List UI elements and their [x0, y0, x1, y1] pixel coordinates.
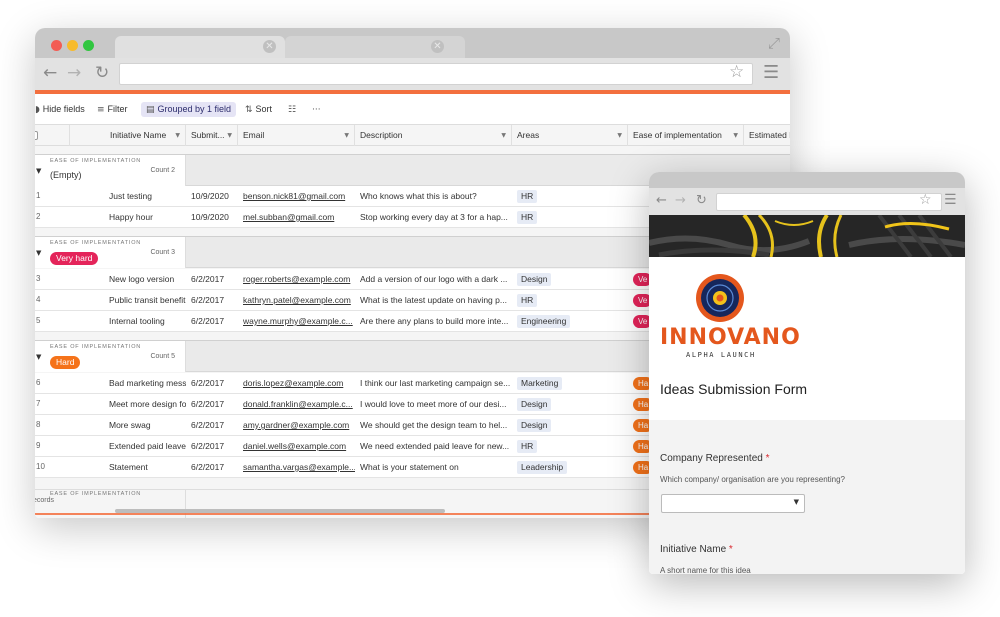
group-icon: ▤	[146, 105, 155, 115]
group-button[interactable]: ▤ Grouped by 1 field	[141, 102, 237, 117]
url-input[interactable]	[119, 63, 753, 85]
chevron-down-icon: ▼	[793, 498, 799, 506]
group-header-left: EASE OF IMPLEMENTATION ▼ Very hard Count…	[35, 237, 186, 268]
group-count: Count 5	[150, 353, 175, 360]
area-tag: Design	[517, 273, 552, 286]
group-value-pill: Very hard	[50, 252, 99, 265]
star-icon[interactable]: ☆	[729, 62, 744, 82]
eye-off-icon: ◗	[35, 105, 40, 115]
browser-tab[interactable]: ✕	[285, 36, 465, 58]
menu-icon[interactable]: ☰	[944, 192, 957, 208]
filter-icon: ≡	[97, 105, 105, 115]
back-icon[interactable]: ←	[656, 193, 667, 208]
group-header-left: EASE OF IMPLEMENTATION ▼ Hard Count 5	[35, 341, 186, 372]
tab-bar: ✕ ✕ ⤢	[35, 28, 790, 58]
tab-close-icon[interactable]: ✕	[263, 40, 276, 53]
group-count: Count 3	[150, 249, 175, 256]
forward-icon[interactable]: →	[67, 63, 81, 83]
hide-fields-button[interactable]: ◗ Hide fields	[35, 102, 85, 117]
sort-button[interactable]: ⇅ Sort	[245, 102, 272, 117]
form-body: Company Represented * Which company/ org…	[649, 420, 965, 574]
more-button[interactable]: ···	[312, 102, 324, 117]
brand-name: INNOVANO	[660, 325, 801, 350]
screenshot-stage: ✕ ✕ ⤢ ← → ↻ ☆ ☰ ◗ Hide fields ≡ Filter ▤ Gr…	[0, 0, 1000, 617]
maximize-window-button[interactable]	[83, 40, 94, 51]
reload-icon[interactable]: ↻	[696, 193, 707, 208]
chevron-down-icon[interactable]: ▼	[227, 125, 232, 146]
mobile-url-input[interactable]	[716, 193, 942, 211]
filter-button[interactable]: ≡ Filter	[97, 102, 128, 117]
brand-subtitle: ALPHA LAUNCH	[686, 351, 756, 359]
chevron-down-icon[interactable]: ▼	[36, 167, 41, 175]
group-value-pill: Hard	[50, 356, 81, 369]
chevron-down-icon[interactable]: ▼	[344, 125, 349, 146]
initiative-name-label: Initiative Name *	[660, 544, 733, 555]
menu-icon[interactable]: ☰	[763, 62, 779, 83]
column-header-areas[interactable]: Areas ▼	[512, 125, 628, 146]
area-tag: Engineering	[517, 315, 571, 328]
tab-close-icon[interactable]: ✕	[431, 40, 444, 53]
area-tag: Leadership	[517, 461, 568, 474]
mobile-tab-bar	[649, 172, 965, 188]
column-header-estimated[interactable]: Estimated I	[744, 125, 790, 146]
row-height-icon: ☷	[288, 105, 297, 115]
area-tag: HR	[517, 440, 538, 453]
expand-icon[interactable]: ⤢	[768, 34, 780, 52]
area-tag: Design	[517, 398, 552, 411]
records-count: ecords	[35, 497, 55, 504]
form-page: INNOVANO ALPHA LAUNCH Ideas Submission F…	[649, 257, 965, 574]
star-icon[interactable]: ☆	[919, 192, 932, 208]
more-icon: ···	[312, 105, 321, 115]
close-window-button[interactable]	[51, 40, 62, 51]
column-header-ease[interactable]: Ease of implementation ▼	[628, 125, 744, 146]
company-select[interactable]: ▼	[661, 494, 805, 513]
checkbox-icon[interactable]	[35, 131, 38, 140]
required-mark: *	[765, 453, 770, 464]
row-height-button[interactable]: ☷	[288, 102, 299, 117]
initiative-name-help: A short name for this idea	[660, 566, 751, 574]
chevron-down-icon[interactable]: ▼	[175, 125, 180, 146]
innovano-logo-icon	[696, 274, 744, 322]
company-represented-label: Company Represented *	[660, 453, 770, 464]
mobile-address-bar-row: ← → ↻ ☆ ☰	[649, 188, 965, 215]
required-mark: *	[728, 544, 733, 555]
group-count: Count 2	[150, 167, 175, 174]
area-tag: HR	[517, 190, 538, 203]
banner-artwork	[649, 215, 965, 257]
column-header-email[interactable]: Email ▼	[238, 125, 355, 146]
select-all-cell[interactable]	[35, 125, 70, 146]
chevron-down-icon[interactable]: ▼	[36, 353, 41, 361]
chevron-down-icon[interactable]: ▼	[617, 125, 622, 146]
browser-tab-active[interactable]: ✕	[115, 36, 285, 58]
back-icon[interactable]: ←	[43, 63, 57, 83]
group-header-left: EASE OF IMPLEMENTATION ▼ (Empty) Count 2	[35, 155, 186, 186]
view-toolbar: ◗ Hide fields ≡ Filter ▤ Grouped by 1 field…	[35, 94, 790, 124]
column-header-initiative-name[interactable]: Initiative Name ▼	[70, 125, 186, 146]
forward-icon[interactable]: →	[675, 193, 686, 208]
sort-icon: ⇅	[245, 105, 253, 115]
address-bar-row: ← → ↻ ☆ ☰	[35, 58, 790, 90]
company-represented-help: Which company/ organisation are you repr…	[660, 475, 845, 484]
form-banner-image	[649, 215, 965, 257]
area-tag: HR	[517, 294, 538, 307]
area-tag: Marketing	[517, 377, 563, 390]
column-header-description[interactable]: Description ▼	[355, 125, 512, 146]
grid-header: Initiative Name ▼ Submit... ▼ Email ▼ Descr…	[35, 124, 790, 146]
chevron-down-icon[interactable]: ▼	[501, 125, 506, 146]
reload-icon[interactable]: ↻	[95, 63, 109, 83]
form-title: Ideas Submission Form	[660, 381, 808, 397]
minimize-window-button[interactable]	[67, 40, 78, 51]
area-tag: HR	[517, 211, 538, 224]
mobile-browser-window: ← → ↻ ☆ ☰ INNOVANO ALPHA LAUNCH Ideas Su…	[649, 172, 965, 574]
group-value: (Empty)	[50, 170, 82, 180]
column-header-submitted[interactable]: Submit... ▼	[186, 125, 238, 146]
chevron-down-icon[interactable]: ▼	[36, 249, 41, 257]
chevron-down-icon[interactable]: ▼	[733, 125, 738, 146]
area-tag: Design	[517, 419, 552, 432]
